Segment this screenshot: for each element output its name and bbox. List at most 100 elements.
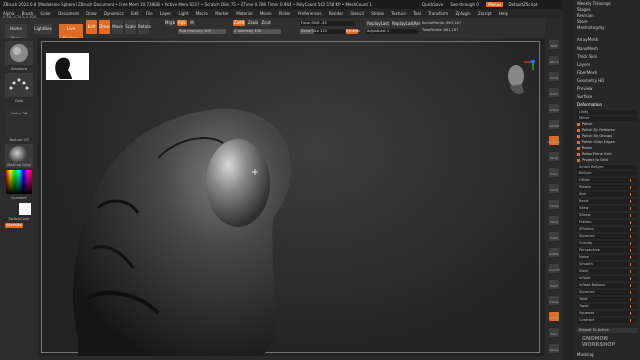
replay-last-rel-button[interactable]: ReplayLastRel xyxy=(392,21,420,27)
stroke-selector[interactable] xyxy=(5,73,33,97)
offset-slider[interactable]: Offset xyxy=(577,178,637,183)
menu-preferences[interactable]: Preferences xyxy=(298,11,322,16)
rotate-slider[interactable]: Rotate xyxy=(577,185,637,190)
texture-selector[interactable] xyxy=(5,114,33,138)
menu-marker[interactable]: Marker xyxy=(215,11,229,16)
relax-plane-grid-option[interactable]: Relax Plane Grid xyxy=(577,152,637,157)
inflate-slider[interactable]: Inflate xyxy=(577,276,637,281)
scale-button[interactable]: Scale xyxy=(125,20,136,34)
xpose-button[interactable]: Xpose xyxy=(549,344,559,353)
transp-button[interactable]: Transp xyxy=(549,296,559,305)
stages-item[interactable]: Stages xyxy=(577,7,591,12)
rgb-intensity-slider[interactable]: Rgb Intensity 100 xyxy=(178,29,226,34)
canvas-viewport[interactable] xyxy=(38,38,545,356)
lightbox-button[interactable]: LightBox xyxy=(34,24,52,34)
solo-button[interactable]: Solo xyxy=(549,328,559,337)
twist-slider[interactable]: Twist xyxy=(577,297,637,302)
geometry-hd-item[interactable]: Geometry HD xyxy=(577,78,604,83)
draw-button[interactable]: Draw xyxy=(99,20,110,34)
polyf-button[interactable]: PolyF xyxy=(549,280,559,289)
thick-skin-item[interactable]: Thick Skin xyxy=(577,54,597,59)
navigation-gizmo[interactable] xyxy=(500,58,536,100)
default-zscript-button[interactable]: DefaultZScript xyxy=(509,2,538,7)
replay-last-button[interactable]: ReplayLast xyxy=(366,21,390,27)
menu-movie[interactable]: Movie xyxy=(260,11,272,16)
repeat-to-active-button[interactable]: Repeat To Active xyxy=(577,328,637,333)
relax-option[interactable]: Relax xyxy=(577,146,637,151)
menu-document[interactable]: Document xyxy=(58,11,79,16)
menu-dynamics[interactable]: Dynamics xyxy=(104,11,124,16)
swell-slider[interactable]: Swell xyxy=(577,269,637,274)
sflatten-slider[interactable]: SFlatten xyxy=(577,227,637,232)
menu-picker[interactable]: Picker xyxy=(279,11,291,16)
preview-item[interactable]: Preview xyxy=(577,86,593,91)
arraymesh-item[interactable]: ArrayMesh xyxy=(577,37,598,42)
menu-file[interactable]: File xyxy=(146,11,153,16)
surface-item[interactable]: Surface xyxy=(577,94,592,99)
revision-item[interactable]: Revision xyxy=(577,13,594,18)
menu-render[interactable]: Render xyxy=(329,11,343,16)
rotate-button[interactable]: Rotate xyxy=(138,20,151,34)
see-through-slider[interactable]: See-through 0 xyxy=(450,2,478,7)
floor-button[interactable]: Floor xyxy=(549,168,559,177)
noise-slider[interactable]: Noise xyxy=(577,255,637,260)
smart-resym-button[interactable]: Smart ReSym xyxy=(577,165,637,170)
size-slider[interactable]: Size xyxy=(577,192,637,197)
focal-shift-slider[interactable]: Focal Shift -45 xyxy=(300,21,355,26)
frame-button[interactable]: Frame xyxy=(549,200,559,209)
spherize-2-slider[interactable]: Spherize xyxy=(577,290,637,295)
persp-button[interactable]: Persp xyxy=(549,152,559,161)
mrgb-button[interactable]: Mrgb xyxy=(165,20,175,26)
spherize-slider[interactable]: Spherize xyxy=(577,234,637,239)
alternate-button[interactable]: Alternate xyxy=(5,223,23,228)
adjust-last-slider[interactable]: AdjustLast 1 xyxy=(366,29,418,34)
smooth-slider[interactable]: Smooth xyxy=(577,262,637,267)
rgb-button[interactable]: Rgb xyxy=(177,20,187,26)
ghost-button[interactable]: Ghost xyxy=(549,312,559,321)
edit-button[interactable]: Edit xyxy=(86,20,97,34)
polish-groups-option[interactable]: Polish By Groups xyxy=(577,134,637,139)
layers-item[interactable]: Layers xyxy=(577,62,590,67)
main-color-swatch[interactable] xyxy=(19,203,31,215)
local-button[interactable]: Local xyxy=(549,184,559,193)
spix-button[interactable]: SPix 3 xyxy=(549,56,559,65)
menu-color[interactable]: Color xyxy=(40,11,50,16)
dynamic-persp-button[interactable]: Dynamic xyxy=(547,136,561,145)
menu-zplugin[interactable]: Zplugin xyxy=(455,11,470,16)
color-picker[interactable] xyxy=(6,170,32,194)
meshintegrity-item[interactable]: Meshintegrity xyxy=(577,25,604,30)
menu-tool[interactable]: Tool xyxy=(413,11,421,16)
nanomesh-item[interactable]: NanoMesh xyxy=(577,46,598,51)
perspective-slider[interactable]: Perspective xyxy=(577,248,637,253)
zoom-button[interactable]: Zoom xyxy=(549,88,559,97)
actual-button[interactable]: Actual xyxy=(549,104,559,113)
line-fill-button[interactable]: Line Fill xyxy=(548,264,560,273)
quicksave-button[interactable]: QuickSave xyxy=(422,2,443,7)
menu-draw[interactable]: Draw xyxy=(86,11,96,16)
squeeze-slider[interactable]: Squeeze xyxy=(577,311,637,316)
menu-help[interactable]: Help xyxy=(499,11,508,16)
store-item[interactable]: Store xyxy=(577,19,588,24)
polish-option[interactable]: Polish xyxy=(577,122,637,127)
bend-slider[interactable]: Bend xyxy=(577,199,637,204)
zadd-button[interactable]: Zadd xyxy=(233,20,245,26)
scroll-button[interactable]: Scroll xyxy=(549,72,559,81)
rotate-view-button[interactable]: Rotate xyxy=(549,248,559,257)
menu-transform[interactable]: Transform xyxy=(428,11,448,16)
menus-toggle[interactable]: Menus xyxy=(486,2,504,7)
menu-stroke[interactable]: Stroke xyxy=(371,11,384,16)
draw-size-slider[interactable]: Draw Size 125 xyxy=(300,29,345,34)
brush-selector[interactable] xyxy=(5,41,33,65)
inflate-balloon-slider[interactable]: Inflate Balloon xyxy=(577,283,637,288)
menu-edit[interactable]: Edit xyxy=(131,11,139,16)
menu-macro[interactable]: Macro xyxy=(196,11,208,16)
menu-zscript[interactable]: Zscript xyxy=(478,11,492,16)
gravity-slider[interactable]: Gravity xyxy=(577,241,637,246)
zsub-button[interactable]: Zsub xyxy=(247,20,259,26)
unify-slider[interactable]: Unify xyxy=(577,110,637,115)
deformation-header[interactable]: Deformation xyxy=(577,102,602,107)
taper-slider[interactable]: Taper xyxy=(577,304,637,309)
dynamic-button[interactable]: Dynamic xyxy=(346,29,360,34)
polish-crisp-option[interactable]: Polish Crisp Edges xyxy=(577,140,637,145)
mirror-slider[interactable]: Mirror xyxy=(577,116,637,121)
